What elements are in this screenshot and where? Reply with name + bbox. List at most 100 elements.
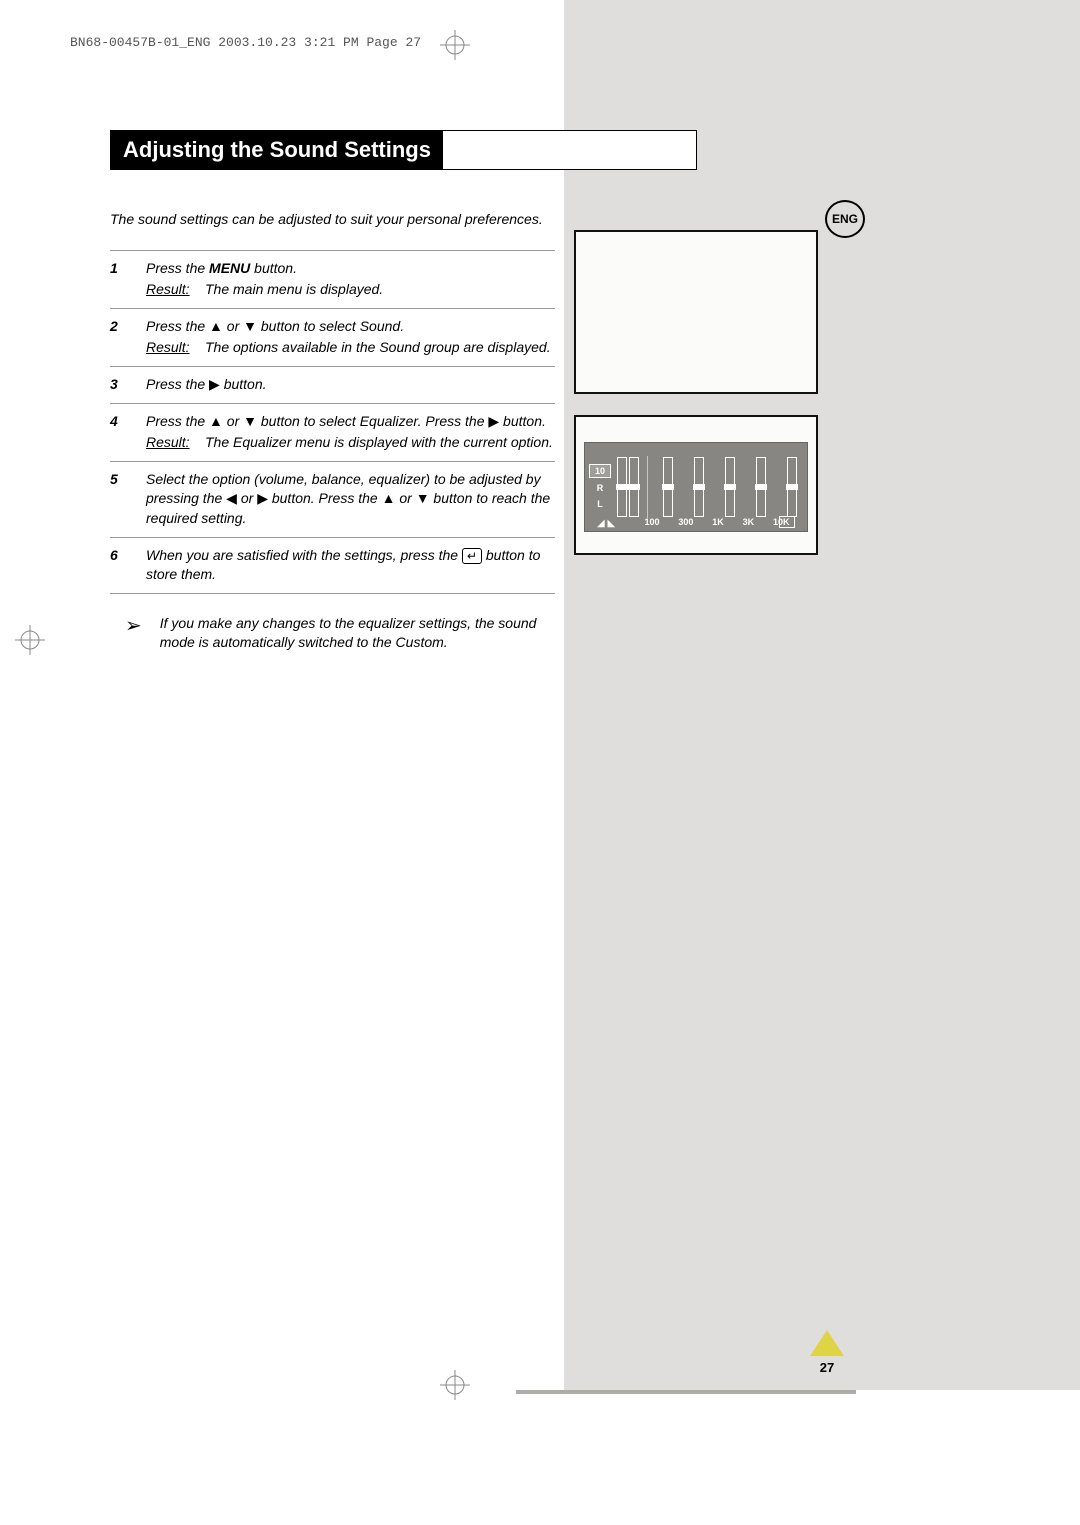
separator bbox=[110, 593, 555, 594]
step-text: . Press the bbox=[418, 413, 489, 429]
equalizer-illustration: 10 R L 100 300 1K 3K 10K ◢ ◣ bbox=[574, 415, 818, 555]
step-text: button. Press the bbox=[268, 490, 382, 506]
separator bbox=[110, 537, 555, 538]
page-number: 27 bbox=[810, 1360, 844, 1375]
step-number: 2 bbox=[110, 317, 146, 358]
step-text: button. bbox=[499, 413, 546, 429]
step-text: button to select bbox=[257, 413, 360, 429]
down-arrow-icon: ▼ bbox=[243, 412, 257, 432]
step-number: 5 bbox=[110, 470, 146, 529]
intro-text: The sound settings can be adjusted to su… bbox=[110, 210, 555, 230]
section-title-spacer bbox=[443, 131, 696, 169]
step-text: or bbox=[223, 318, 243, 334]
step-body: Press the ▲ or ▼ button to select Equali… bbox=[146, 412, 555, 453]
note-block: ➢ If you make any changes to the equaliz… bbox=[125, 614, 555, 653]
down-arrow-icon: ▼ bbox=[416, 489, 430, 509]
crop-mark-bottom bbox=[440, 1370, 470, 1400]
step-number: 1 bbox=[110, 259, 146, 300]
note-arrow-icon: ➢ bbox=[125, 612, 142, 653]
right-arrow-icon: ▶ bbox=[209, 375, 220, 395]
separator bbox=[110, 366, 555, 367]
language-badge: ENG bbox=[825, 200, 865, 238]
print-header: BN68-00457B-01_ENG 2003.10.23 3:21 PM Pa… bbox=[70, 35, 421, 50]
step-4: 4 Press the ▲ or ▼ button to select Equa… bbox=[110, 412, 555, 453]
right-arrow-icon: ▶ bbox=[257, 489, 268, 509]
step-text: button. bbox=[220, 376, 267, 392]
step-text: button to select bbox=[257, 318, 360, 334]
eq-slider bbox=[756, 457, 766, 517]
step-body: Press the ▲ or ▼ button to select Sound.… bbox=[146, 317, 555, 358]
separator bbox=[110, 403, 555, 404]
sound-menu-illustration bbox=[574, 230, 818, 394]
step-1: 1 Press the MENU button. Result: The mai… bbox=[110, 259, 555, 300]
eq-freq-label: 3K bbox=[743, 517, 755, 527]
eq-slider bbox=[629, 457, 639, 517]
result-label: Result: bbox=[146, 280, 201, 300]
eq-nav-icons: ◢ ◣ bbox=[597, 518, 615, 529]
separator bbox=[110, 250, 555, 251]
separator bbox=[110, 461, 555, 462]
eq-frequency-bars bbox=[656, 456, 803, 518]
step-text: Press the bbox=[146, 413, 209, 429]
right-arrow-icon: ▶ bbox=[488, 412, 499, 432]
eq-slider bbox=[694, 457, 704, 517]
down-arrow-icon: ▼ bbox=[243, 317, 257, 337]
eq-balance-r: R bbox=[589, 482, 611, 494]
up-arrow-icon: ▲ bbox=[209, 412, 223, 432]
step-body: Press the ▶ button. bbox=[146, 375, 555, 395]
eq-balance-l: L bbox=[589, 498, 611, 510]
step-body: Press the MENU button. Result: The main … bbox=[146, 259, 555, 300]
step-text: or bbox=[237, 490, 257, 506]
result-label: Result: bbox=[146, 338, 201, 358]
eq-separator bbox=[647, 456, 648, 518]
result-text: The Equalizer menu is displayed with the… bbox=[205, 433, 553, 453]
eq-slider bbox=[725, 457, 735, 517]
eq-balance-bars bbox=[617, 457, 639, 517]
step-3: 3 Press the ▶ button. bbox=[110, 375, 555, 395]
eq-value: 10 bbox=[589, 464, 611, 478]
up-arrow-icon: ▲ bbox=[382, 489, 396, 509]
equalizer-panel: 10 R L 100 300 1K 3K 10K ◢ ◣ bbox=[584, 442, 808, 532]
left-arrow-icon: ◀ bbox=[226, 489, 237, 509]
up-arrow-icon: ▲ bbox=[209, 317, 223, 337]
step-5: 5 Select the option (volume, balance, eq… bbox=[110, 470, 555, 529]
crop-mark-left bbox=[15, 625, 45, 655]
step-6: 6 When you are satisfied with the settin… bbox=[110, 546, 555, 585]
page-edge-column: ENG bbox=[564, 0, 1080, 1390]
eq-freq-label: 1K bbox=[712, 517, 724, 527]
menu-bold: MENU bbox=[209, 260, 250, 276]
menu-item-name: Equalizer bbox=[360, 413, 418, 429]
step-body: Select the option (volume, balance, equa… bbox=[146, 470, 555, 529]
enter-icon: ↵ bbox=[462, 548, 482, 564]
section-title: Adjusting the Sound Settings bbox=[111, 131, 443, 169]
eq-slider bbox=[617, 457, 627, 517]
eq-freq-label: 100 bbox=[644, 517, 659, 527]
step-body: When you are satisfied with the settings… bbox=[146, 546, 555, 585]
eq-freq-label: 300 bbox=[678, 517, 693, 527]
result-text: The main menu is displayed. bbox=[205, 280, 383, 300]
menu-item-name: Sound bbox=[360, 318, 400, 334]
step-number: 3 bbox=[110, 375, 146, 395]
crop-mark-top bbox=[440, 30, 470, 60]
step-text: or bbox=[223, 413, 243, 429]
step-text: or bbox=[395, 490, 415, 506]
step-text: . bbox=[400, 318, 404, 334]
separator bbox=[110, 308, 555, 309]
step-text: When you are satisfied with the settings… bbox=[146, 547, 462, 563]
equalizer-balance-column: 10 R L bbox=[589, 464, 611, 510]
section-title-block: Adjusting the Sound Settings bbox=[110, 130, 697, 170]
eq-enter-icon bbox=[779, 516, 795, 528]
step-number: 6 bbox=[110, 546, 146, 585]
result-label: Result: bbox=[146, 433, 201, 453]
step-text: Press the bbox=[146, 376, 209, 392]
step-number: 4 bbox=[110, 412, 146, 453]
step-text: button. bbox=[250, 260, 297, 276]
step-text: Press the bbox=[146, 318, 209, 334]
main-content: The sound settings can be adjusted to su… bbox=[110, 210, 555, 653]
eq-slider bbox=[787, 457, 797, 517]
note-text: If you make any changes to the equalizer… bbox=[160, 614, 555, 653]
eq-frequency-labels: 100 300 1K 3K 10K bbox=[635, 517, 799, 527]
step-2: 2 Press the ▲ or ▼ button to select Soun… bbox=[110, 317, 555, 358]
step-text: Press the bbox=[146, 260, 209, 276]
result-text: The options available in the Sound group… bbox=[205, 338, 551, 358]
